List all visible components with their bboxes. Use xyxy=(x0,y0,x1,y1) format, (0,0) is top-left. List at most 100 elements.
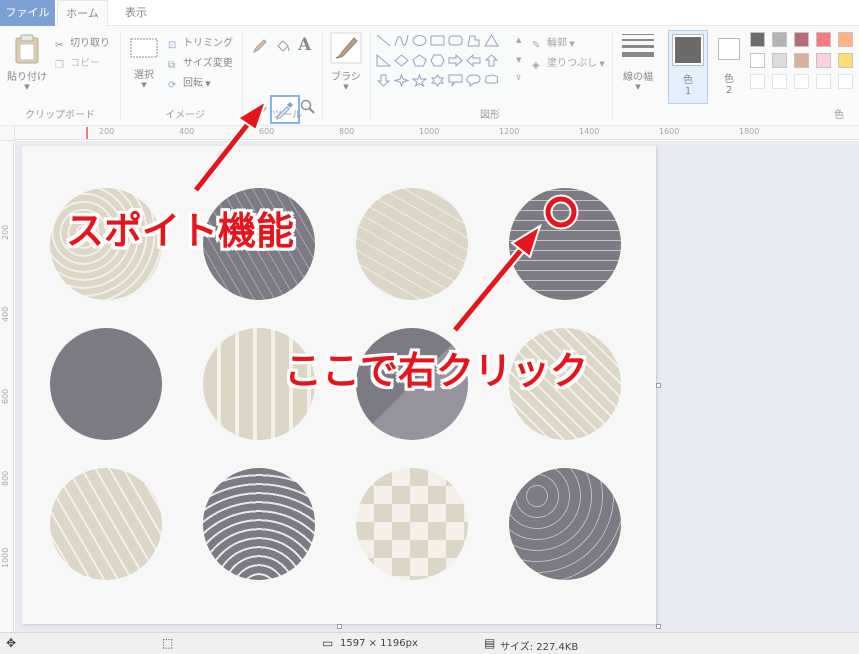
shapes-gallery[interactable] xyxy=(374,32,514,94)
four-point-star-shape-icon[interactable] xyxy=(394,74,409,87)
down-arrow-shape-icon[interactable] xyxy=(376,74,391,87)
selection-size-icon: ⬚ xyxy=(162,636,174,650)
left-arrow-shape-icon[interactable] xyxy=(466,54,481,67)
separator xyxy=(242,32,243,120)
rotate-label: 回転 xyxy=(183,78,203,89)
outline-button[interactable]: ✎ 輪郭 ▼ xyxy=(532,34,575,51)
color1-swatch xyxy=(672,34,704,66)
crop-button[interactable]: ⊡ トリミング xyxy=(168,34,233,51)
palette-swatch[interactable] xyxy=(772,53,787,68)
ribbon-tab-bar: ファイル ホーム 表示 xyxy=(0,0,859,27)
brush-icon xyxy=(330,32,362,64)
curve-shape-icon[interactable] xyxy=(394,34,409,47)
palette-swatch[interactable] xyxy=(838,32,853,47)
rectangle-shape-icon[interactable] xyxy=(430,34,445,47)
scissors-icon: ✂ xyxy=(55,40,64,51)
palette-swatch-empty[interactable] xyxy=(794,74,809,89)
palette-swatch[interactable] xyxy=(794,53,809,68)
shapes-scroll-up-icon[interactable]: ▲ xyxy=(516,36,521,44)
hexagon-shape-icon[interactable] xyxy=(430,54,445,67)
color-palette xyxy=(750,32,859,94)
tab-file[interactable]: ファイル xyxy=(0,0,55,26)
canvas-resize-handle-bottom[interactable] xyxy=(337,624,342,629)
palette-swatch[interactable] xyxy=(816,32,831,47)
oval-callout-shape-icon[interactable] xyxy=(466,74,481,87)
cut-button[interactable]: ✂ 切り取り xyxy=(55,34,110,51)
ruler-tick-label: 800 xyxy=(1,470,10,486)
palette-swatch[interactable] xyxy=(772,32,787,47)
brush-label: ブラシ xyxy=(331,72,361,83)
ruler-tick-label: 200 xyxy=(99,127,115,136)
ruler-tick-label: 1400 xyxy=(579,127,600,136)
color2-label: 色 xyxy=(724,74,734,85)
palette-swatch[interactable] xyxy=(794,32,809,47)
copy-button[interactable]: ❐ コピー xyxy=(55,54,100,71)
brush-button[interactable]: ブラシ ▼ xyxy=(327,32,365,102)
clipboard-icon xyxy=(15,34,39,64)
colors-group-label: 色 xyxy=(834,110,844,121)
outline-icon: ✎ xyxy=(532,40,541,51)
copy-icon: ❐ xyxy=(55,60,64,71)
fill-button[interactable]: ◈ 塗りつぶし ▼ xyxy=(532,54,605,71)
shapes-scroll-down-icon[interactable]: ▼ xyxy=(516,56,521,64)
tab-view[interactable]: 表示 xyxy=(112,0,160,26)
palette-swatch-empty[interactable] xyxy=(772,74,787,89)
fill-dropdown-icon: ▼ xyxy=(597,60,605,68)
rounded-rectangle-shape-icon[interactable] xyxy=(448,34,463,47)
resize-button[interactable]: ⧉ サイズ変更 xyxy=(168,54,233,71)
color2-number: 2 xyxy=(725,85,733,96)
cloud-callout-shape-icon[interactable] xyxy=(484,74,499,87)
palette-swatch[interactable] xyxy=(750,32,765,47)
pattern-circle-uroko xyxy=(50,468,162,580)
paste-label: 貼り付け xyxy=(7,72,47,83)
color2-swatch xyxy=(718,38,740,60)
cut-label: 切り取り xyxy=(70,38,110,49)
fill-icon: ◈ xyxy=(532,60,540,71)
shapes-group-label: 図形 xyxy=(480,110,500,121)
canvas-resize-handle-corner[interactable] xyxy=(656,624,661,629)
palette-swatch[interactable] xyxy=(838,53,853,68)
five-point-star-shape-icon[interactable] xyxy=(412,74,427,87)
pentagon-shape-icon[interactable] xyxy=(412,54,427,67)
canvas-resize-handle-right[interactable] xyxy=(656,383,661,388)
color1-number: 1 xyxy=(684,86,692,97)
fill-bucket-icon[interactable] xyxy=(275,38,291,54)
image-dimensions: 1597 × 1196px xyxy=(340,638,418,649)
shapes-expand-icon[interactable]: ⊽ xyxy=(516,74,521,82)
select-button[interactable]: 選択 ▼ xyxy=(126,36,162,100)
ruler-tick-label: 1200 xyxy=(499,127,520,136)
up-arrow-shape-icon[interactable] xyxy=(484,54,499,67)
select-label: 選択 xyxy=(134,70,154,81)
text-tool-icon[interactable]: A xyxy=(298,35,311,55)
right-triangle-shape-icon[interactable] xyxy=(376,54,391,67)
tools-group-label: ツール xyxy=(272,110,302,121)
paste-button[interactable]: 貼り付け ▼ xyxy=(4,34,50,100)
ruler-tick-label: 800 xyxy=(339,127,355,136)
palette-swatch[interactable] xyxy=(816,53,831,68)
color2-button[interactable]: 色 2 xyxy=(712,30,746,104)
palette-swatch[interactable] xyxy=(750,53,765,68)
rotate-button[interactable]: ⟳ 回転 ▼ xyxy=(168,74,211,91)
paste-dropdown-icon: ▼ xyxy=(24,83,30,91)
pattern-circle-kasumi xyxy=(50,328,162,440)
rect-callout-shape-icon[interactable] xyxy=(448,74,463,87)
palette-swatch-empty[interactable] xyxy=(838,74,853,89)
palette-swatch-empty[interactable] xyxy=(816,74,831,89)
ruler-tick-label: 1000 xyxy=(419,127,440,136)
color1-button[interactable]: 色 1 xyxy=(668,30,708,104)
oval-shape-icon[interactable] xyxy=(412,34,427,47)
right-arrow-shape-icon[interactable] xyxy=(448,54,463,67)
size-button[interactable]: 線の幅 ▼ xyxy=(615,32,661,102)
vertical-ruler: 200 400 600 800 1000 xyxy=(0,140,14,632)
polygon-shape-icon[interactable] xyxy=(466,34,481,47)
line-shape-icon[interactable] xyxy=(376,34,391,47)
diamond-shape-icon[interactable] xyxy=(394,54,409,67)
triangle-shape-icon[interactable] xyxy=(484,34,499,47)
six-point-star-shape-icon[interactable] xyxy=(430,74,445,87)
pencil-icon[interactable] xyxy=(252,38,268,54)
right-click-annotation: ここで右クリック xyxy=(284,349,589,393)
pattern-circle-asanoha xyxy=(356,188,468,300)
fill-label: 塗りつぶし xyxy=(547,58,598,69)
palette-swatch-empty[interactable] xyxy=(750,74,765,89)
tab-home[interactable]: ホーム xyxy=(57,0,108,27)
